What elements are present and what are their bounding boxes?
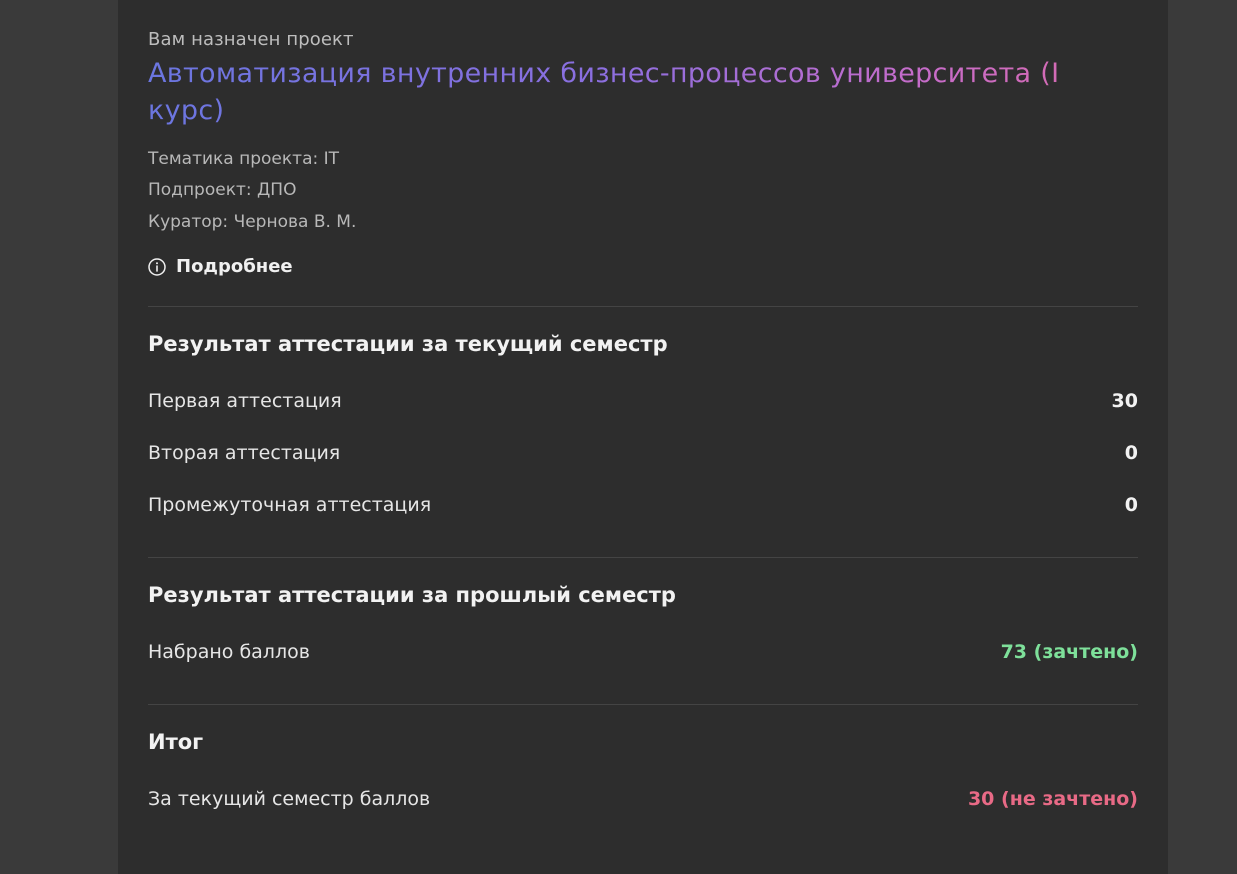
- previous-score-row: Набрано баллов 73 (зачтено): [148, 641, 1138, 663]
- previous-semester-title: Результат аттестации за прошлый семестр: [148, 583, 676, 607]
- divider: [148, 704, 1138, 705]
- assigned-project-label: Вам назначен проект: [148, 29, 354, 50]
- previous-score-value: 73 (зачтено): [1000, 641, 1138, 663]
- divider: [148, 557, 1138, 558]
- summary-value: 30 (не зачтено): [967, 788, 1138, 810]
- project-theme: Тематика проекта: IT: [148, 149, 340, 169]
- attestation-row: Промежуточная аттестация 0: [148, 494, 1138, 516]
- summary-title: Итог: [148, 730, 204, 754]
- project-title: Автоматизация внутренних бизнес-процессо…: [148, 55, 1138, 129]
- attestation-value: 30: [1111, 390, 1138, 412]
- project-subproject: Подпроект: ДПО: [148, 180, 297, 200]
- attestation-value: 0: [1124, 494, 1138, 516]
- attestation-value: 0: [1124, 442, 1138, 464]
- summary-row: За текущий семестр баллов 30 (не зачтено…: [148, 788, 1138, 810]
- attestation-name: Вторая аттестация: [148, 442, 341, 464]
- previous-score-name: Набрано баллов: [148, 641, 310, 663]
- attestation-name: Промежуточная аттестация: [148, 494, 432, 516]
- attestation-name: Первая аттестация: [148, 390, 342, 412]
- project-card: Вам назначен проект Автоматизация внутре…: [118, 0, 1168, 874]
- project-curator: Куратор: Чернова В. М.: [148, 212, 357, 232]
- divider: [148, 306, 1138, 307]
- summary-name: За текущий семестр баллов: [148, 788, 431, 810]
- attestation-row: Первая аттестация 30: [148, 390, 1138, 412]
- current-semester-title: Результат аттестации за текущий семестр: [148, 332, 668, 356]
- more-details-label: Подробнее: [176, 256, 293, 277]
- more-details-button[interactable]: Подробнее: [148, 256, 293, 277]
- attestation-row: Вторая аттестация 0: [148, 442, 1138, 464]
- info-icon: [148, 257, 166, 276]
